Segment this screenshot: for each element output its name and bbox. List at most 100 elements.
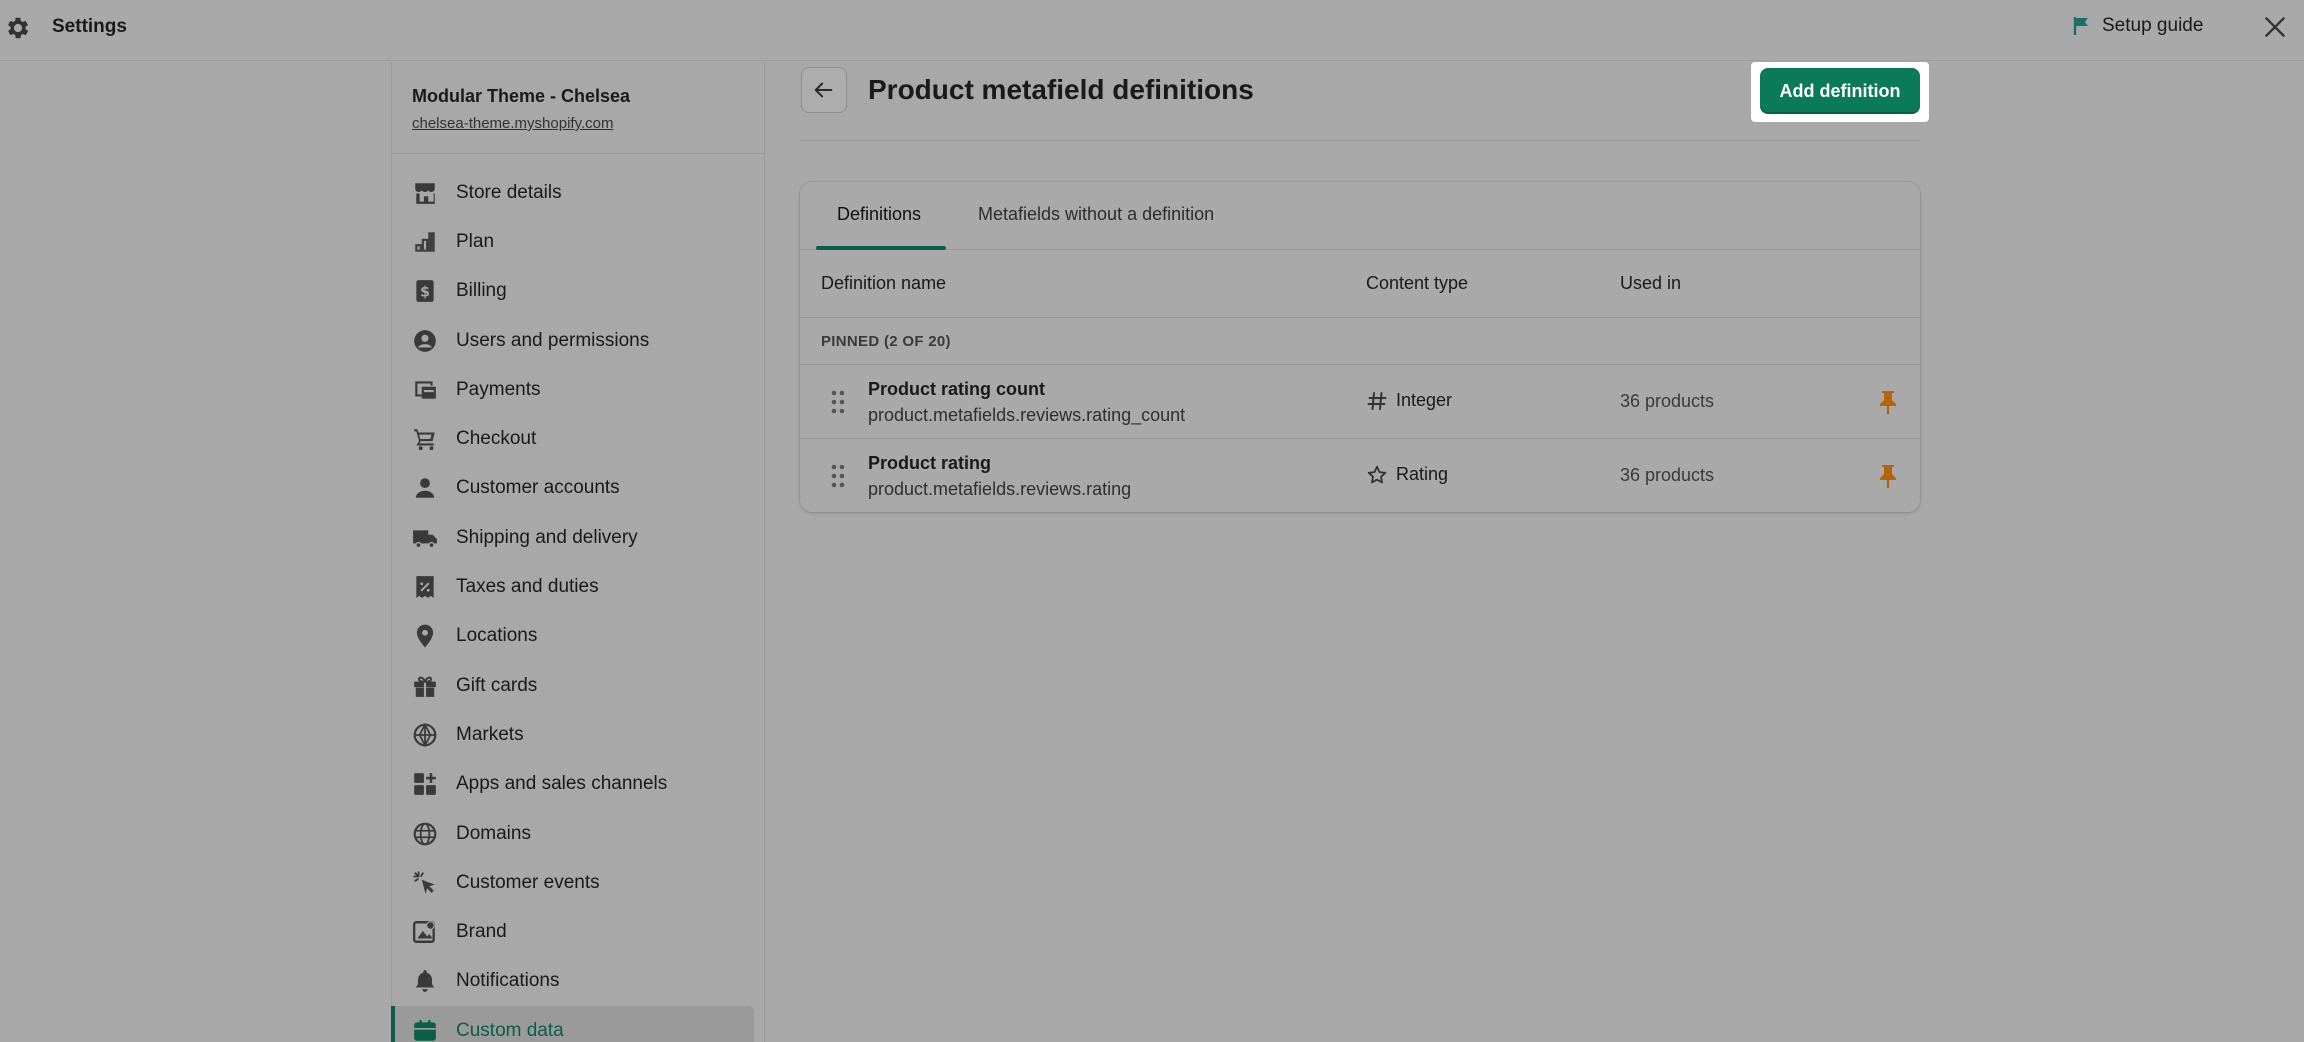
sidebar-item-label: Locations [456,625,538,647]
definition-name[interactable]: Product rating count [868,379,1045,400]
close-icon[interactable] [2262,14,2288,40]
globe-icon [412,722,438,748]
pin-icon[interactable] [1878,463,1898,489]
sidebar-item-notifications[interactable]: Notifications [392,957,764,1006]
sidebar-item-locations[interactable]: Locations [392,612,764,661]
header-divider [800,140,1920,141]
sidebar-item-customer-accounts[interactable]: Customer accounts [392,464,764,513]
table-row[interactable]: Product rating count product.metafields.… [800,365,1920,439]
bell-icon [412,968,438,994]
add-definition-button[interactable]: Add definition [1760,68,1920,114]
table-row[interactable]: Product rating product.metafields.review… [800,439,1920,512]
domains-icon [412,821,438,847]
column-header-content-type: Content type [1366,273,1469,293]
pinned-section-header: PINNED (2 OF 20) [800,318,1920,365]
back-button[interactable] [801,67,847,113]
drag-handle-icon[interactable] [830,463,846,489]
hash-icon [1367,391,1387,410]
custom-data-icon [412,1018,438,1042]
apps-icon [412,771,438,797]
star-icon [1367,465,1387,483]
brand-icon [412,919,438,945]
sidebar-item-label: Notifications [456,970,560,992]
page-title: Product metafield definitions [868,74,1254,105]
sidebar-item-label: Gift cards [456,674,538,696]
sidebar-item-gift-cards[interactable]: Gift cards [392,661,764,710]
user-circle-icon [412,328,438,354]
settings-sidebar: Modular Theme - Chelsea chelsea-theme.my… [391,62,765,1042]
content-type: Rating [1367,464,1448,485]
cursor-click-icon [412,870,438,896]
pin-icon[interactable] [1878,389,1898,415]
sidebar-item-brand[interactable]: Brand [392,907,764,956]
person-icon [412,475,438,501]
tab-definitions[interactable]: Definitions [837,204,921,225]
sidebar-item-custom-data[interactable]: Custom data [391,1006,754,1042]
sidebar-item-shipping[interactable]: Shipping and delivery [392,513,764,562]
content-type-label: Integer [1396,390,1453,410]
svg-text:$: $ [420,285,430,301]
truck-icon [412,525,438,551]
sidebar-item-plan[interactable]: Plan [392,217,764,266]
sidebar-item-label: Checkout [456,428,537,450]
definition-name[interactable]: Product rating [868,453,991,474]
sidebar-item-label: Store details [456,181,562,203]
sidebar-item-label: Payments [456,378,541,400]
store-name: Modular Theme - Chelsea [412,86,631,106]
content-type: Integer [1367,390,1452,411]
pinned-section-label: PINNED (2 OF 20) [821,333,951,350]
sidebar-item-apps[interactable]: Apps and sales channels [392,760,764,809]
definition-key: product.metafields.reviews.rating [868,479,1132,499]
settings-nav: Store details Plan $ Billing Users and p… [391,154,764,1042]
sidebar-item-label: Domains [456,822,531,844]
sidebar-item-label: Apps and sales channels [456,773,668,795]
store-url-link[interactable]: chelsea-theme.myshopify.com [412,115,744,132]
cart-icon [412,426,438,452]
sidebar-item-label: Custom data [456,1019,564,1041]
sidebar-item-customer-events[interactable]: Customer events [392,858,764,907]
sidebar-item-checkout[interactable]: Checkout [392,414,764,463]
definition-key: product.metafields.reviews.rating_count [868,405,1186,425]
top-bar: Settings Setup guide [0,0,2304,61]
sidebar-item-label: Markets [456,723,524,745]
used-in-count: 36 products [1620,465,1715,485]
store-icon [412,180,438,206]
used-in-count: 36 products [1620,391,1715,411]
gear-icon [7,17,29,39]
column-header-definition-name: Definition name [821,273,947,293]
sidebar-item-label: Customer events [456,871,600,893]
definitions-card: Definitions Metafields without a definit… [800,182,1920,512]
sidebar-item-label: Shipping and delivery [456,526,638,548]
receipt-icon [412,574,438,600]
sidebar-item-payments[interactable]: Payments [392,365,764,414]
sidebar-item-taxes[interactable]: Taxes and duties [392,562,764,611]
tab-metafields-without-definition[interactable]: Metafields without a definition [978,204,1214,225]
sidebar-item-label: Brand [456,921,507,943]
sidebar-item-label: Plan [456,230,495,252]
gift-icon [412,673,438,699]
arrow-left-icon [814,82,833,98]
plan-icon [412,229,438,255]
store-header: Modular Theme - Chelsea chelsea-theme.my… [392,62,764,154]
sidebar-item-label: Customer accounts [456,477,620,499]
column-header-used-in: Used in [1620,273,1682,293]
settings-title: Settings [52,16,127,37]
location-icon [412,623,438,649]
sidebar-item-markets[interactable]: Markets [392,710,764,759]
setup-guide-button[interactable]: Setup guide [2072,15,2203,37]
content-type-label: Rating [1396,464,1449,484]
sidebar-item-label: Taxes and duties [456,576,599,598]
payments-icon [412,377,438,403]
sidebar-item-store-details[interactable]: Store details [392,168,764,217]
table-header: Definition name Content type Used in [800,250,1920,318]
drag-handle-icon[interactable] [830,389,846,415]
sidebar-item-billing[interactable]: $ Billing [392,267,764,316]
sidebar-item-users[interactable]: Users and permissions [392,316,764,365]
tab-bar: Definitions Metafields without a definit… [800,182,1920,250]
sidebar-item-label: Users and permissions [456,329,650,351]
sidebar-item-domains[interactable]: Domains [392,809,764,858]
add-definition-highlight: Add definition [1751,62,1929,122]
sidebar-item-label: Billing [456,280,507,302]
billing-icon: $ [412,278,438,304]
flag-icon [2073,17,2088,35]
